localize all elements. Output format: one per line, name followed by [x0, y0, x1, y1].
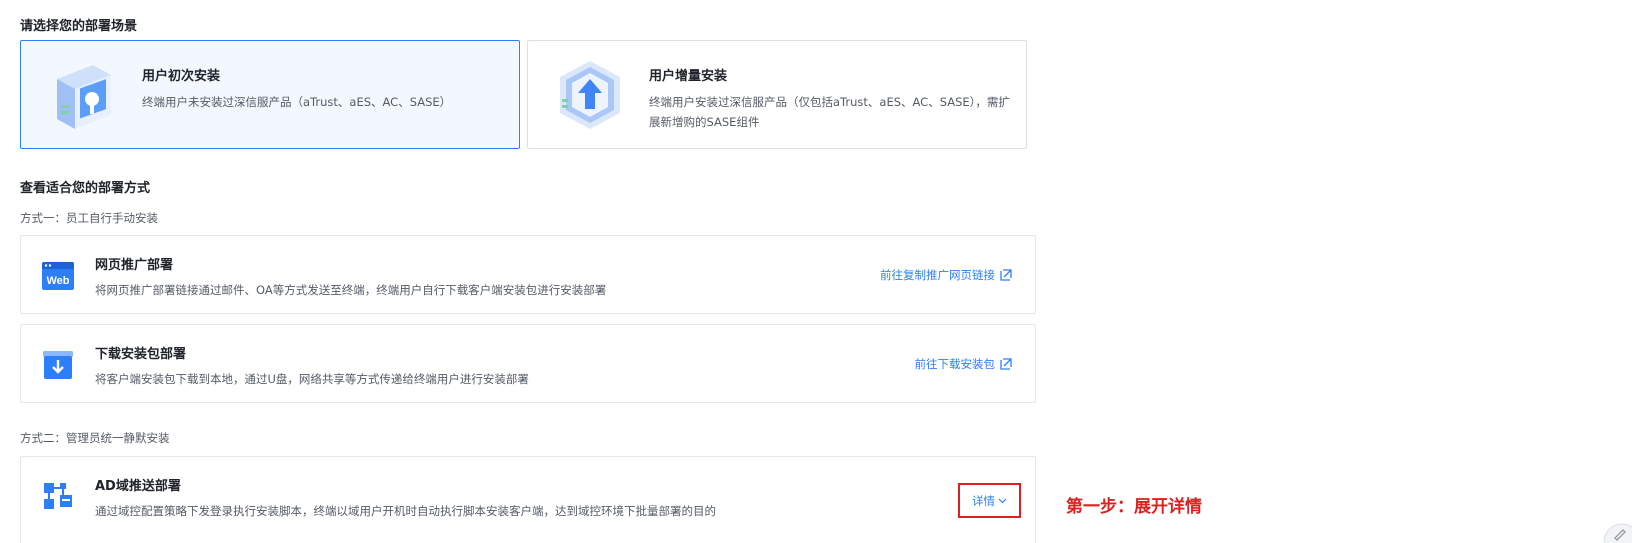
method-card-ad: AD域推送部署 通过域控配置策略下发登录执行安装脚本，终端以域用户开机时自动执行…	[20, 456, 1036, 543]
chevron-down-icon	[998, 498, 1007, 504]
scene-card-incremental-install[interactable]: 用户增量安装 终端用户安装过深信服产品（仅包括aTrust、aES、AC、SAS…	[527, 40, 1027, 149]
method-desc: 将客户端安装包下载到本地，通过U盘，网络共享等方式传递给终端用户进行安装部署	[95, 372, 529, 386]
link-label: 前往下载安装包	[914, 357, 996, 371]
web-icon-text: Web	[46, 275, 69, 287]
step-annotation: 第一步：展开详情	[1066, 497, 1202, 517]
methods-section-title: 查看适合您的部署方式	[20, 181, 151, 196]
method-name: 网页推广部署	[95, 258, 174, 273]
copy-web-link-button[interactable]: 前往复制推广网页链接	[880, 267, 1013, 283]
scene-section-title: 请选择您的部署场景	[20, 19, 138, 34]
method-desc: 通过域控配置策略下发登录执行安装脚本，终端以域用户开机时自动执行脚本安装客户端，…	[95, 504, 716, 518]
download-package-icon	[43, 351, 73, 379]
first-install-illustration-icon	[57, 65, 111, 129]
edit-pen-icon[interactable]	[1598, 518, 1632, 543]
link-label: 前往复制推广网页链接	[880, 268, 995, 282]
incremental-install-illustration-icon	[560, 61, 620, 129]
mode2-label: 方式二：管理员统一静默安装	[20, 431, 170, 445]
download-package-button[interactable]: 前往下载安装包	[915, 356, 1014, 372]
method-name: 下载安装包部署	[95, 347, 187, 362]
detail-label: 详情	[972, 493, 995, 508]
method-desc: 将网页推广部署链接通过邮件、OA等方式发送至终端，终端用户自行下载客户端安装包进…	[95, 283, 607, 297]
mode1-label: 方式一：员工自行手动安装	[20, 211, 158, 225]
method-card-download: 下载安装包部署 将客户端安装包下载到本地，通过U盘，网络共享等方式传递给终端用户…	[20, 324, 1036, 403]
scene-card-desc: 终端用户未安装过深信服产品（aTrust、aES、AC、SASE）	[142, 95, 452, 109]
scene-card-title: 用户初次安装	[142, 69, 221, 84]
web-icon: Web	[42, 262, 74, 290]
ad-domain-icon	[44, 483, 72, 509]
scene-card-first-install[interactable]: 用户初次安装 终端用户未安装过深信服产品（aTrust、aES、AC、SASE）	[20, 40, 520, 149]
method-name: AD域推送部署	[95, 479, 181, 494]
scene-card-desc: 终端用户安装过深信服产品（仅包括aTrust、aES、AC、SASE），需扩展新…	[649, 95, 1010, 129]
method-card-web: Web 网页推广部署 将网页推广部署链接通过邮件、OA等方式发送至终端，终端用户…	[20, 235, 1036, 314]
external-link-icon	[1000, 358, 1012, 370]
scene-card-title: 用户增量安装	[649, 69, 728, 84]
ad-detail-expand-button[interactable]: 详情	[958, 483, 1021, 518]
external-link-icon	[1000, 269, 1012, 281]
